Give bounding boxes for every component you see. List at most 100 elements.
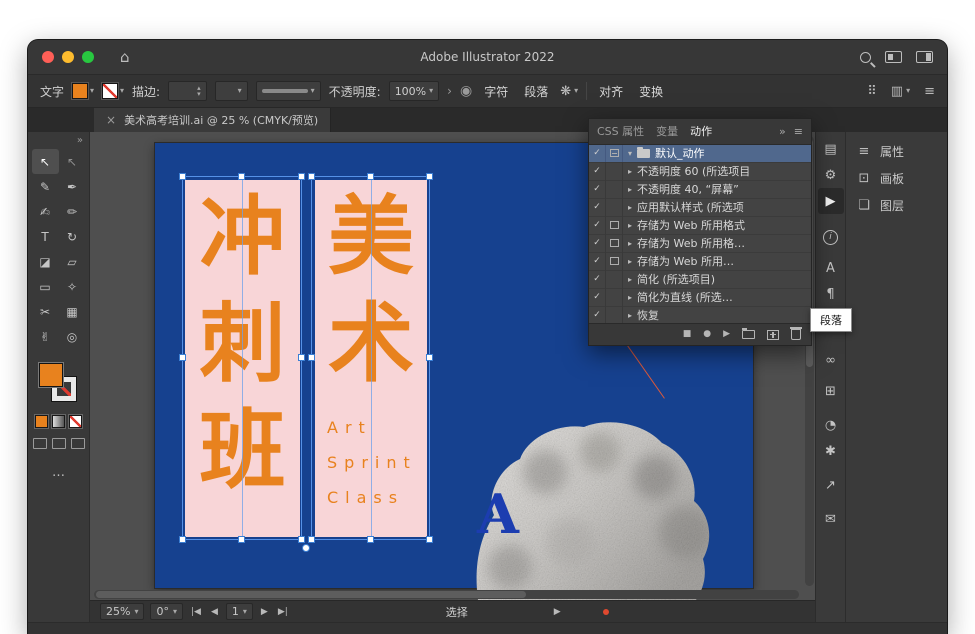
first-artboard-button[interactable]: |◀ <box>189 607 203 617</box>
selection-handle[interactable] <box>367 173 374 180</box>
type-tool[interactable]: T <box>32 224 59 249</box>
collapse-tools-icon[interactable]: » <box>71 134 89 149</box>
artboards-icon[interactable]: ⊞ <box>818 378 844 404</box>
actions-icon[interactable]: ▶ <box>818 188 844 214</box>
color-button[interactable] <box>35 415 48 428</box>
zoom-window-button[interactable] <box>82 51 94 63</box>
close-document-icon[interactable]: × <box>106 113 116 127</box>
dialog-toggle[interactable] <box>606 216 623 234</box>
action-row[interactable]: ✓ ▸ 不透明度 60 (所选项目 <box>589 163 811 181</box>
rectangle-tool[interactable]: ▭ <box>32 274 59 299</box>
toggle-item-icon[interactable]: ✓ <box>589 288 606 306</box>
selection-tool[interactable]: ↖ <box>32 149 59 174</box>
edit-toolbar-icon[interactable]: … <box>52 465 65 480</box>
chevron-right-icon[interactable]: ▸ <box>623 275 637 284</box>
rotate-tool[interactable]: ↻ <box>59 224 86 249</box>
stroke-weight-dropdown[interactable]: ▾ <box>215 81 248 101</box>
action-row[interactable]: ✓ ▸ 简化 (所选项目) <box>589 271 811 289</box>
gradient-button[interactable] <box>52 415 65 428</box>
draw-normal-icon[interactable] <box>33 438 47 449</box>
collapse-panel-icon[interactable]: » <box>779 125 786 138</box>
search-icon[interactable] <box>860 52 871 63</box>
history-icon[interactable]: ◔ <box>818 412 844 438</box>
zoom-tool[interactable]: ◎ <box>59 324 86 349</box>
action-row[interactable]: ✓ ▸ 存储为 Web 所用… <box>589 253 811 271</box>
links-icon[interactable]: ∞ <box>818 347 844 373</box>
close-window-button[interactable] <box>42 51 54 63</box>
layers-panel-tab[interactable]: ❏ 图层 <box>846 192 947 219</box>
align-panel-button[interactable]: 对齐 <box>595 81 627 102</box>
action-row[interactable]: ✓ ▸ 不透明度 40, “屏幕” <box>589 181 811 199</box>
opacity-dropdown[interactable]: 100% ▾ <box>389 81 439 101</box>
selection-handle[interactable] <box>367 536 374 543</box>
pencil-tool[interactable]: ✏ <box>59 199 86 224</box>
selection-handle[interactable] <box>179 173 186 180</box>
toggle-item-icon[interactable]: ✓ <box>589 252 606 270</box>
graphic-style-icon[interactable]: ◉ <box>460 83 472 99</box>
toggle-item-icon[interactable]: ✓ <box>589 162 606 180</box>
action-row[interactable]: ✓ ▸ 存储为 Web 所用格… <box>589 235 811 253</box>
panels-layout-icon[interactable] <box>916 51 933 63</box>
stroke-weight-stepper[interactable]: ▴ ▾ <box>168 81 207 101</box>
hand-tool[interactable]: ✌ <box>32 324 59 349</box>
transform-panel-button[interactable]: 变换 <box>635 81 667 102</box>
selection-handle[interactable] <box>298 173 305 180</box>
info-icon[interactable]: i <box>818 224 844 250</box>
selection-handle[interactable] <box>298 354 305 361</box>
toggle-item-icon[interactable]: ✓ <box>589 180 606 198</box>
direct-selection-tool[interactable]: ↖ <box>59 149 86 174</box>
toggle-item-icon[interactable]: ✓ <box>589 216 606 234</box>
artboard-number-dropdown[interactable]: 1 ▾ <box>226 603 253 620</box>
toggle-item-icon[interactable]: ✓ <box>589 198 606 216</box>
selection-handle[interactable] <box>426 354 433 361</box>
chevron-right-icon[interactable]: ▸ <box>623 185 637 194</box>
draw-inside-icon[interactable] <box>71 438 85 449</box>
home-icon[interactable]: ⌂ <box>120 48 130 66</box>
draw-behind-icon[interactable] <box>52 438 66 449</box>
workspace-icon[interactable] <box>885 51 902 63</box>
new-set-icon[interactable] <box>742 330 755 339</box>
character-icon[interactable]: A <box>818 255 844 281</box>
chevron-right-icon[interactable]: ▸ <box>623 311 637 320</box>
chevron-down-icon[interactable]: ▾ <box>906 87 910 95</box>
action-row[interactable]: ✓ ▸ 恢复 <box>589 307 811 323</box>
toggle-item-icon[interactable]: ✓ <box>589 306 606 323</box>
scissors-tool[interactable]: ✂ <box>32 299 59 324</box>
chevron-down-icon[interactable]: ▾ <box>623 149 637 158</box>
delete-icon[interactable] <box>791 329 801 340</box>
chevron-right-icon[interactable]: ▸ <box>623 221 637 230</box>
minimize-window-button[interactable] <box>62 51 74 63</box>
toggle-item-icon[interactable]: ✓ <box>589 145 606 163</box>
chevron-right-icon[interactable]: ▸ <box>623 167 637 176</box>
play-action-icon[interactable]: ▶ <box>723 330 730 339</box>
curvature-tool[interactable]: ✎ <box>32 174 59 199</box>
stepper-down-icon[interactable]: ▾ <box>197 91 201 97</box>
grid-options-icon[interactable]: ⠿ <box>867 84 877 99</box>
stroke-color-swatch[interactable] <box>102 83 118 99</box>
appearance-icon[interactable]: ❋ <box>560 84 571 99</box>
action-set-row[interactable]: ✓ ▾ 默认_动作 <box>589 145 811 163</box>
gradient-tool[interactable]: ▦ <box>59 299 86 324</box>
dialog-toggle[interactable] <box>606 252 623 270</box>
previous-artboard-button[interactable]: ◀ <box>209 607 220 617</box>
eyedropper-tool[interactable]: ✧ <box>59 274 86 299</box>
dock-options-icon[interactable]: ▥ <box>891 84 903 99</box>
selection-handle[interactable] <box>308 173 315 180</box>
tab-css-properties[interactable]: CSS 属性 <box>597 123 644 139</box>
status-play-icon[interactable]: ▶ <box>554 607 561 617</box>
horizontal-scrollbar[interactable] <box>94 590 799 599</box>
rotation-dropdown[interactable]: 0° ▾ <box>150 603 183 620</box>
panel-menu-icon[interactable]: ≡ <box>794 125 803 138</box>
toggle-item-icon[interactable]: ✓ <box>589 270 606 288</box>
selection-handle[interactable] <box>298 536 305 543</box>
character-panel-button[interactable]: 字符 <box>480 81 512 102</box>
letter-a-text[interactable]: A <box>477 482 519 546</box>
automation-icon[interactable]: ⚙ <box>818 162 844 188</box>
artboards-panel-tab[interactable]: ⊡ 画板 <box>846 165 947 192</box>
tab-variables[interactable]: 变量 <box>656 123 678 139</box>
dialog-toggle[interactable] <box>606 198 623 216</box>
dialog-toggle[interactable] <box>606 145 623 163</box>
chevron-right-icon[interactable]: ▸ <box>623 257 637 266</box>
none-button[interactable] <box>69 415 82 428</box>
dialog-toggle[interactable] <box>606 288 623 306</box>
